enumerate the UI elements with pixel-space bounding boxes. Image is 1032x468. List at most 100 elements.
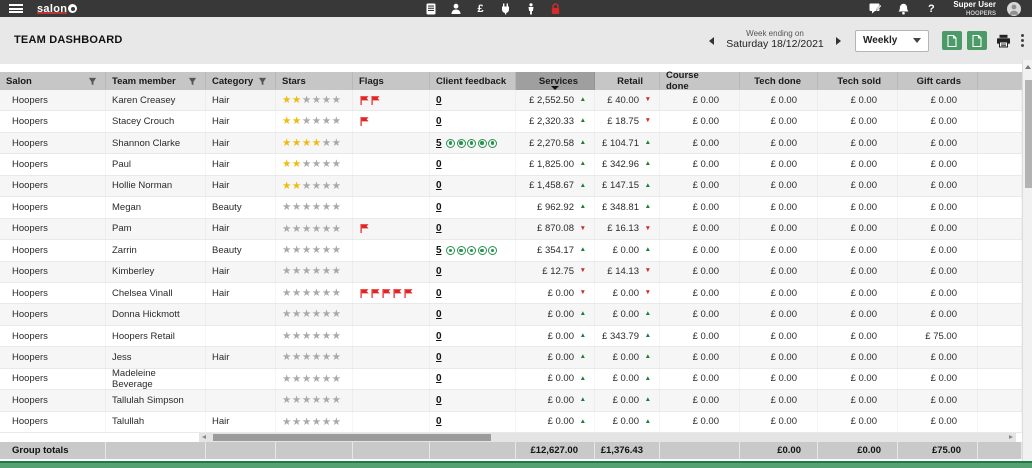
scroll-right-icon[interactable] [1009, 435, 1013, 439]
column-header-tech-done[interactable]: Tech done [740, 72, 818, 90]
table-row[interactable]: Hoopers Tallulah Simpson ★ ★ ★ ★ ★ ★ 0 £ 0.00… [0, 390, 1022, 412]
vertical-scrollbar[interactable] [1022, 60, 1032, 461]
excel-export-button[interactable] [942, 31, 962, 50]
star-empty-icon: ★ [311, 179, 322, 192]
prev-week-icon[interactable] [709, 36, 714, 45]
column-header-retail[interactable]: Retail [595, 72, 660, 90]
client-feedback-link[interactable]: 0 [436, 223, 442, 234]
trend-down-icon: ▼ [644, 95, 651, 103]
column-header-category[interactable]: Category [206, 72, 276, 90]
cell-tech-done: £ 0.00 [740, 176, 818, 196]
scroll-up-icon[interactable] [1025, 65, 1031, 69]
filter-icon[interactable] [258, 77, 267, 86]
star-filled-icon: ★ [311, 136, 322, 149]
client-feedback-link[interactable]: 5 [436, 245, 442, 256]
column-header-client-feedback[interactable]: Client feedback [430, 72, 516, 90]
cell-category: Hair [206, 176, 276, 196]
trend-down-icon: ▼ [579, 288, 586, 296]
logo-tagline [37, 12, 67, 14]
trend-up-icon: ▲ [579, 181, 586, 189]
star-empty-icon: ★ [301, 265, 312, 278]
star-empty-icon: ★ [321, 115, 332, 128]
avatar[interactable] [1002, 1, 1026, 16]
print-icon[interactable] [996, 34, 1011, 48]
table-row[interactable]: Hoopers Kimberley Hair ★ ★ ★ ★ ★ ★ 0 £ 12.75 ▼… [0, 261, 1022, 283]
client-feedback-link[interactable]: 0 [436, 202, 442, 213]
cell-client-feedback: 0 [430, 304, 516, 324]
notifications-bell-icon[interactable] [891, 3, 915, 15]
filter-icon[interactable] [88, 77, 97, 86]
client-feedback-link[interactable]: 0 [436, 309, 442, 320]
star-empty-icon: ★ [331, 179, 342, 192]
client-feedback-link[interactable]: 0 [436, 352, 442, 363]
cell-category: Beauty [206, 197, 276, 217]
client-feedback-link[interactable]: 0 [436, 116, 442, 127]
table-row[interactable]: Hoopers Paul Hair ★ ★ ★ ★ ★ ★ 0 £ 1,825.00 ▲ £… [0, 154, 1022, 176]
table-row[interactable]: Hoopers Megan Beauty ★ ★ ★ ★ ★ ★ 0 £ 962.92 ▲ … [0, 197, 1022, 219]
column-header-gift-cards[interactable]: Gift cards [898, 72, 978, 90]
table-row[interactable]: Hoopers Hoopers Retail ★ ★ ★ ★ ★ ★ 0 £ 0.00 ▲ … [0, 325, 1022, 348]
cell-services: £ 0.00 ▲ [516, 369, 595, 389]
cell-category: Beauty [206, 240, 276, 260]
table-row[interactable]: Hoopers Zarrin Beauty ★ ★ ★ ★ ★ ★ 5 £ 354.17 ▲… [0, 240, 1022, 262]
more-options-icon[interactable] [1021, 34, 1024, 47]
client-feedback-link[interactable]: 0 [436, 331, 442, 342]
sms-message-icon[interactable] [863, 3, 887, 14]
appointments-book-icon[interactable] [418, 3, 443, 15]
table-row[interactable]: Hoopers Madeleine Beverage ★ ★ ★ ★ ★ ★ 0 £ 0.… [0, 368, 1022, 391]
help-icon[interactable]: ? [919, 3, 943, 15]
client-feedback-link[interactable]: 0 [436, 288, 442, 299]
till-pound-icon[interactable]: £ [468, 3, 493, 15]
table-row[interactable]: Hoopers Donna Hickmott ★ ★ ★ ★ ★ ★ 0 £ 0.00 ▲ … [0, 304, 1022, 326]
table-row[interactable]: Hoopers Pam Hair ★ ★ ★ ★ ★ ★ 0 £ 870.08 ▼ £ 16… [0, 218, 1022, 241]
next-week-icon[interactable] [836, 36, 841, 45]
client-feedback-link[interactable]: 0 [436, 266, 442, 277]
client-feedback-link[interactable]: 0 [436, 416, 442, 427]
column-header-flags[interactable]: Flags [353, 72, 430, 90]
column-header-team-member[interactable]: Team member [106, 72, 206, 90]
week-selector[interactable]: Week ending on Saturday 18/12/2021 [720, 30, 830, 50]
table-row[interactable]: Hoopers Jess Hair ★ ★ ★ ★ ★ ★ 0 £ 0.00 ▲ £ 0.0… [0, 347, 1022, 369]
table-row[interactable]: Hoopers Talullah Hair ★ ★ ★ ★ ★ ★ 0 £ 0.00 ▲ £… [0, 411, 1022, 433]
column-header-stars[interactable]: Stars [276, 72, 353, 90]
user-block[interactable]: Super User HOOPERS [953, 0, 996, 17]
staff-person-icon[interactable] [518, 2, 543, 15]
scroll-left-icon[interactable] [202, 435, 206, 439]
table-row[interactable]: Hoopers Karen Creasey Hair ★ ★ ★ ★ ★ ★ 0 £ 2,… [0, 90, 1022, 112]
table-row[interactable]: Hoopers Shannon Clarke Hair ★ ★ ★ ★ ★ ★ 5 £ 2… [0, 132, 1022, 155]
column-header-course-done[interactable]: Course done [660, 70, 740, 92]
column-header-salon[interactable]: Salon [0, 72, 106, 90]
clients-icon[interactable] [443, 3, 468, 15]
client-feedback-link[interactable]: 0 [436, 159, 442, 170]
client-feedback-link[interactable]: 0 [436, 395, 442, 406]
marketing-plug-icon[interactable] [493, 3, 518, 15]
client-feedback-link[interactable]: 0 [436, 95, 442, 106]
cell-filler [978, 390, 1022, 410]
cell-gift-cards: £ 0.00 [898, 262, 978, 282]
vertical-scrollbar-thumb[interactable] [1024, 80, 1032, 188]
csv-export-button[interactable] [967, 31, 987, 50]
star-empty-icon: ★ [331, 115, 342, 128]
table-row[interactable]: Hoopers Chelsea Vinall Hair ★ ★ ★ ★ ★ ★ 0 £ 0… [0, 282, 1022, 305]
totals-spacer [206, 442, 276, 459]
table-row[interactable]: Hoopers Hollie Norman Hair ★ ★ ★ ★ ★ ★ 0 £ 1,… [0, 175, 1022, 198]
feedback-badges [445, 138, 498, 148]
cell-filler [978, 412, 1022, 432]
star-empty-icon: ★ [291, 308, 302, 321]
menu-icon[interactable] [9, 4, 23, 13]
period-select[interactable]: Weekly [855, 29, 929, 52]
horizontal-scrollbar[interactable] [199, 433, 1016, 442]
star-empty-icon: ★ [282, 329, 292, 342]
filter-icon[interactable] [188, 77, 197, 86]
cell-filler [978, 111, 1022, 131]
column-header-tech-sold[interactable]: Tech sold [818, 72, 898, 90]
column-header-services[interactable]: Services [516, 72, 595, 90]
lock-icon[interactable] [543, 2, 568, 15]
table-row[interactable]: Hoopers Stacey Crouch Hair ★ ★ ★ ★ ★ ★ 0 £ 2,… [0, 111, 1022, 133]
client-feedback-link[interactable]: 0 [436, 180, 442, 191]
client-feedback-link[interactable]: 0 [436, 373, 442, 384]
star-filled-icon: ★ [291, 136, 302, 149]
client-feedback-link[interactable]: 5 [436, 138, 442, 149]
horizontal-scrollbar-thumb[interactable] [213, 434, 491, 441]
trend-up-icon: ▲ [579, 246, 586, 254]
